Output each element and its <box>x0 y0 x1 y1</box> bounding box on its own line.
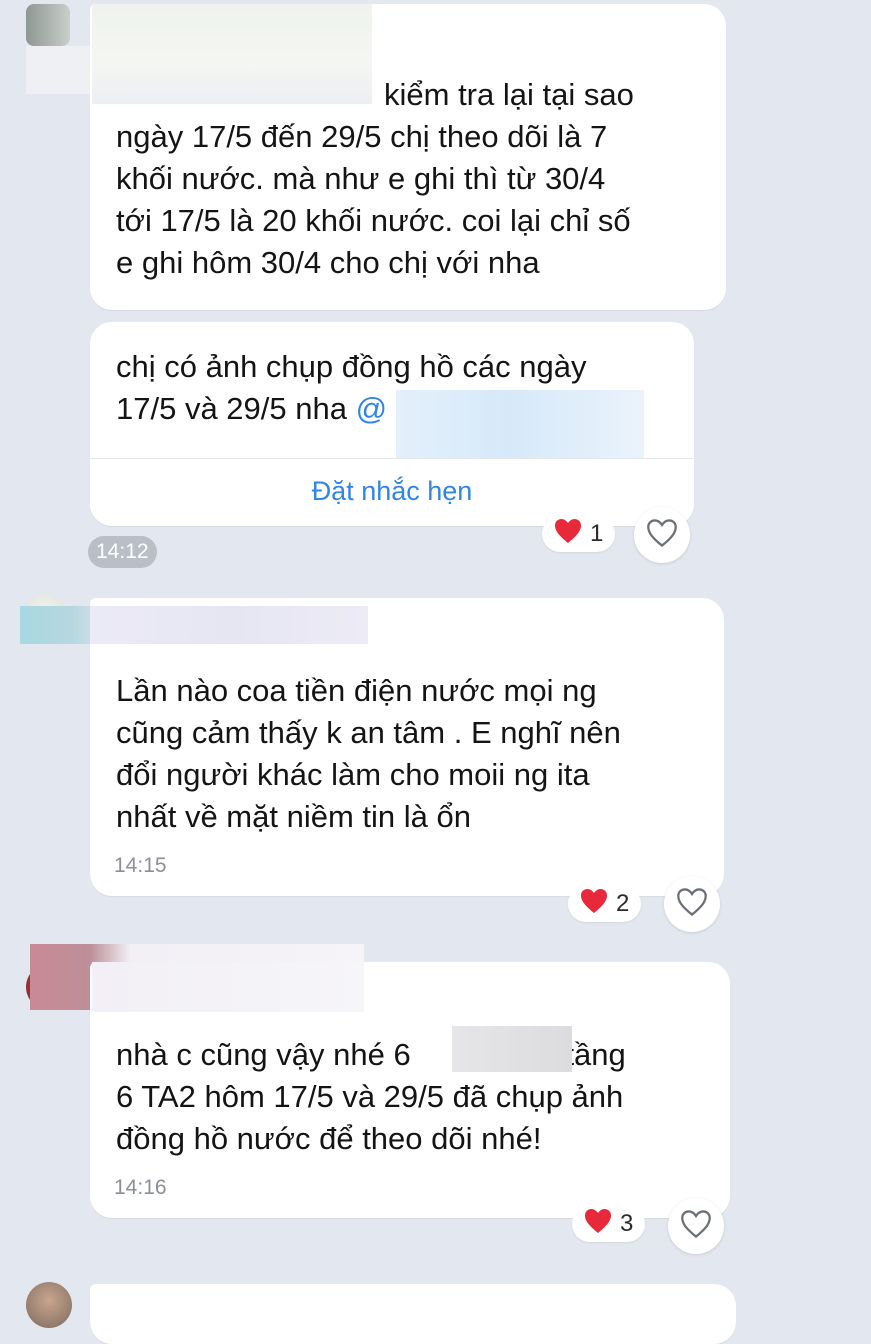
redacted-mention-block <box>92 4 372 104</box>
heart-outline-icon <box>680 1209 712 1244</box>
reaction-badge-3[interactable]: 3 <box>572 1206 646 1242</box>
message-3-time: 14:15 <box>114 854 167 877</box>
red-heart-icon <box>584 1208 612 1241</box>
reaction-count: 3 <box>620 1210 634 1237</box>
redacted-avatar-area <box>26 46 90 94</box>
redacted-mention-name <box>396 390 644 458</box>
set-reminder-button[interactable]: Đặt nhắc hẹn <box>90 476 694 507</box>
redacted-phone-number <box>452 1026 572 1072</box>
redacted-sender-name-2b <box>90 606 368 644</box>
sender-avatar-4[interactable] <box>26 1282 72 1328</box>
red-heart-icon <box>580 888 608 921</box>
reaction-badge-2[interactable]: 2 <box>568 886 642 922</box>
like-button[interactable] <box>664 876 720 932</box>
like-button[interactable] <box>668 1198 724 1254</box>
heart-outline-icon <box>676 887 708 922</box>
heart-outline-icon <box>646 518 678 553</box>
reaction-badge-1[interactable]: 1 <box>542 516 616 552</box>
message-1-text: kiểm tra lại tại sao <box>384 77 634 112</box>
like-button[interactable] <box>634 507 690 563</box>
message-bubble-5[interactable] <box>90 1284 736 1344</box>
bubble-divider <box>90 458 694 459</box>
timestamp-pill: 14:12 <box>88 536 157 568</box>
message-1-text-body: ngày 17/5 đến 29/5 chị theo dõi là 7 khố… <box>116 119 631 280</box>
message-4-time: 14:16 <box>114 1176 167 1199</box>
mention-link[interactable]: @ <box>356 391 387 426</box>
reaction-count: 1 <box>590 520 604 547</box>
message-3-text: Lần nào coa tiền điện nước mọi ng cũng c… <box>116 673 621 834</box>
redacted-sender-name-3b <box>92 962 364 1012</box>
red-heart-icon <box>554 518 582 551</box>
sender-avatar-1[interactable] <box>26 4 70 46</box>
reaction-count: 2 <box>616 890 630 917</box>
